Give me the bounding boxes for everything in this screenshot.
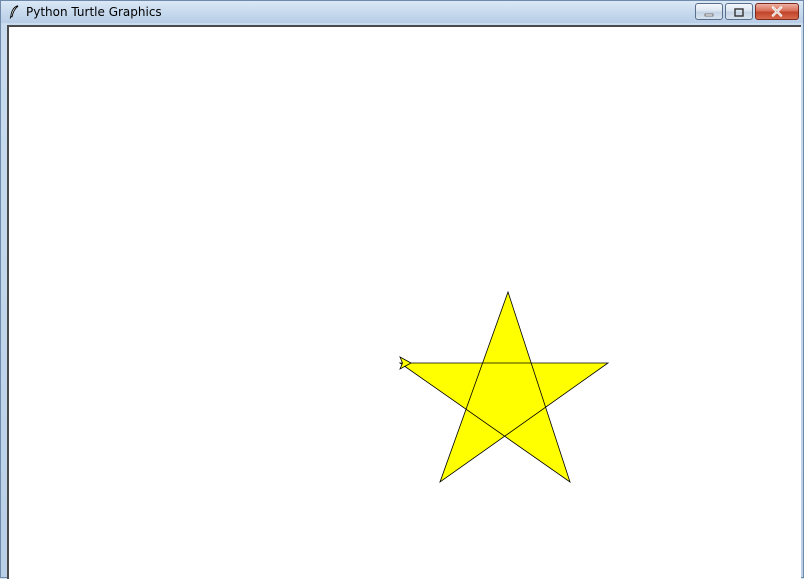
maximize-icon <box>734 2 744 21</box>
maximize-button[interactable] <box>725 3 753 20</box>
window-title: Python Turtle Graphics <box>26 5 162 19</box>
minimize-button[interactable] <box>695 3 723 20</box>
window-controls <box>695 3 799 20</box>
minimize-icon <box>704 2 714 21</box>
close-button[interactable] <box>755 3 799 20</box>
title-bar[interactable]: Python Turtle Graphics <box>1 1 803 23</box>
drawing-surface <box>398 290 610 484</box>
close-icon <box>771 2 783 21</box>
turtle-window: Python Turtle Graphics <box>0 0 804 579</box>
turtle-canvas[interactable] <box>7 25 801 579</box>
feather-icon <box>7 4 21 20</box>
yellow-star <box>398 290 610 484</box>
